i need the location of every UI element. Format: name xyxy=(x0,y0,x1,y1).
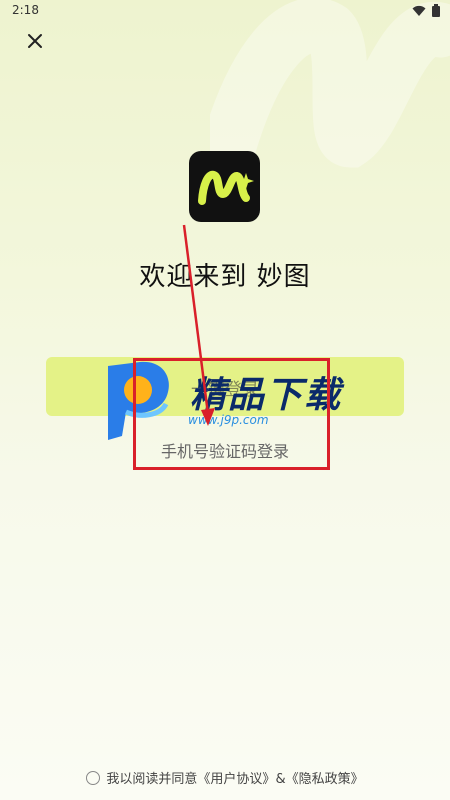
welcome-title: 欢迎来到 妙图 xyxy=(139,262,311,292)
user-agreement-link[interactable]: 《用户协议》 xyxy=(197,772,275,787)
agreement-prefix: 我以阅读并同意 xyxy=(106,772,198,787)
close-icon[interactable] xyxy=(24,30,46,52)
status-time: 2:18 xyxy=(12,3,39,17)
status-bar: 2:18 xyxy=(0,0,450,22)
agreement-footer: 我以阅读并同意《用户协议》&《隐私政策》 xyxy=(0,768,450,787)
agreement-radio[interactable] xyxy=(86,771,101,785)
highlight-annotation-box xyxy=(133,358,330,470)
wifi-icon xyxy=(412,5,426,16)
agreement-ampersand: & xyxy=(275,772,286,787)
privacy-policy-link[interactable]: 《隐私政策》 xyxy=(286,772,364,787)
app-logo xyxy=(189,151,260,222)
battery-icon xyxy=(432,4,440,17)
